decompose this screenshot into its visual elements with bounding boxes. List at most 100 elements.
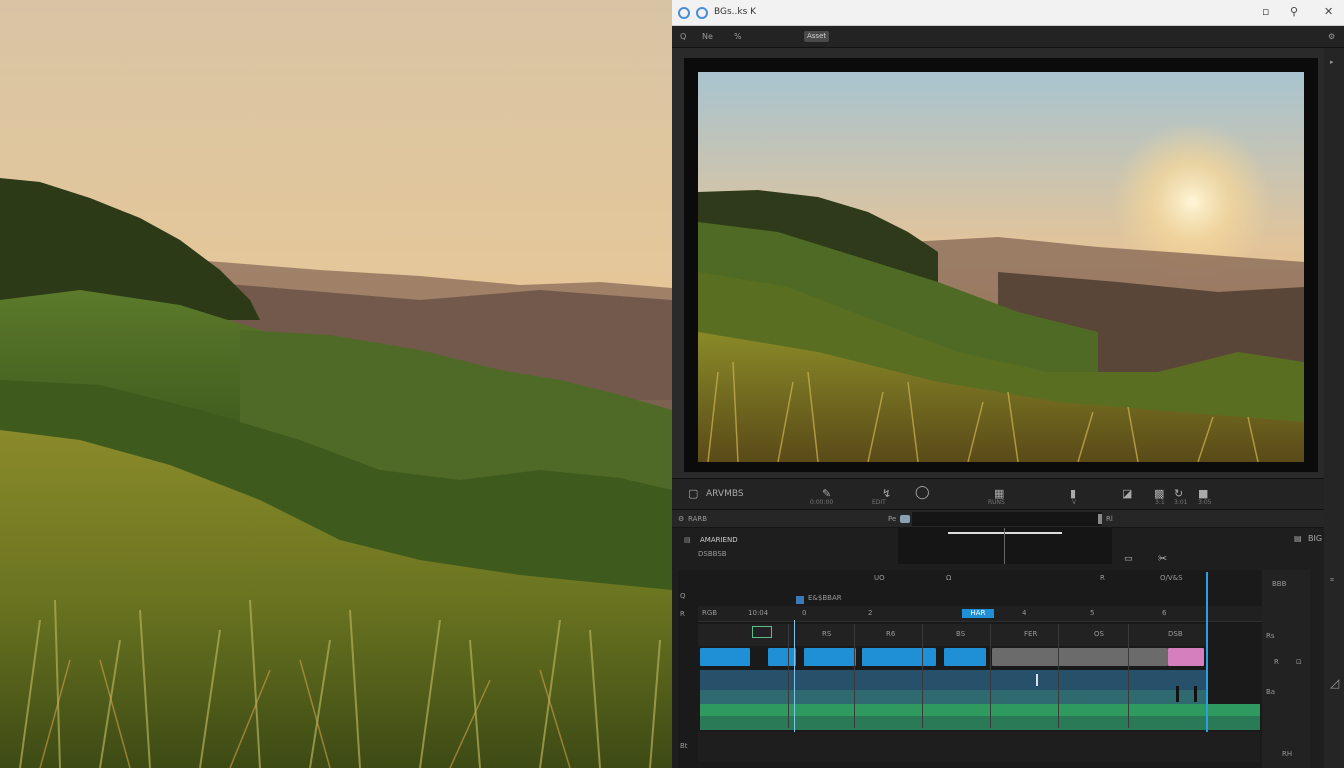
landscape-photo	[0, 0, 672, 768]
grid-line	[990, 624, 991, 728]
col-label-4: FER	[1024, 630, 1038, 638]
time-ruler[interactable]: RGB 10:04 0 2 HAR 4 5 6	[698, 606, 1262, 622]
properties-line2: DSBBSB	[698, 550, 727, 558]
audio-cut-1[interactable]	[1176, 686, 1179, 702]
grid-line	[1058, 624, 1059, 728]
title-bar: BGs..ks K ▫ ⚲ ✕	[672, 0, 1344, 26]
side-label-4: Ba	[1266, 688, 1276, 696]
audio-cut-2[interactable]	[1194, 686, 1197, 702]
eraser-icon[interactable]: ▭	[1124, 554, 1133, 564]
timeline: UO Ω R O/V&S Q E&$BBAR RGB 10:04 0 2 HAR…	[678, 570, 1262, 768]
grid-label: RUNS	[988, 499, 1005, 506]
audio-track-3[interactable]	[700, 704, 1260, 716]
ruler-label-5: 5	[1090, 609, 1095, 617]
close-icon[interactable]: ✕	[1324, 5, 1333, 18]
strip-icon-1[interactable]: ▸	[1330, 58, 1334, 66]
col-label-5: OS	[1094, 630, 1104, 638]
col-label-3: BS	[956, 630, 966, 638]
panel-far-label: BIG	[1308, 534, 1323, 543]
panel-mid-label: Pe	[888, 515, 897, 523]
selection-box[interactable]	[752, 626, 772, 638]
timeline-label-4: O/V&S	[1160, 574, 1183, 582]
timeline-label-3: R	[1100, 574, 1105, 582]
audio-label: V	[1072, 499, 1077, 506]
far-right-toolstrip: ▸ ⌗ ◿	[1324, 48, 1344, 768]
video-clip-1[interactable]	[700, 648, 750, 666]
stop-icon[interactable]: ▢	[688, 487, 698, 500]
col-label-1: RS	[822, 630, 832, 638]
in-out-marker[interactable]: HAR	[962, 609, 994, 618]
side-label-3: R	[1274, 658, 1279, 666]
mic-label: 0:00:00	[810, 499, 834, 506]
track-checkbox[interactable]	[796, 596, 804, 604]
minimize-icon[interactable]: ▫	[1262, 5, 1269, 18]
track-icon-2: R	[680, 610, 685, 618]
ruler-label-2: 0	[802, 609, 807, 617]
crop-icon[interactable]: ◪	[1122, 487, 1132, 500]
video-clip-7[interactable]	[1168, 648, 1204, 666]
audio-track-4[interactable]	[700, 716, 1260, 730]
speech-icon[interactable]: ◯	[915, 485, 930, 500]
preview-image	[698, 72, 1304, 462]
project-icon	[696, 7, 708, 19]
video-clip-6[interactable]	[992, 648, 1168, 666]
scrubber-handle[interactable]	[1098, 514, 1102, 524]
viewer-panel: ▸ ⌁	[672, 48, 1344, 478]
cursor-line[interactable]	[794, 620, 795, 732]
panel-header: ⚙ RARB Pe Rl	[672, 510, 1344, 528]
timeline-side-panel: BBB Rs R ⊡ Ba RH	[1262, 570, 1310, 768]
side-label-2: Rs	[1266, 632, 1275, 640]
side-record-icon[interactable]: ⊡	[1296, 658, 1302, 666]
window-title: BGs..ks K	[714, 7, 757, 17]
ruler-label-0: RGB	[702, 609, 718, 617]
video-clip-3[interactable]	[804, 648, 856, 666]
clip-properties: ▤ AMARIEND DSBBSB	[676, 528, 896, 568]
side-label-1: BBB	[1272, 580, 1287, 588]
scrubber-bar[interactable]	[912, 512, 1102, 526]
scrub-line	[948, 532, 1062, 534]
ruler-label-3: 2	[868, 609, 873, 617]
pin-icon[interactable]: ⚲	[1290, 5, 1298, 18]
side-label-5: RH	[1282, 750, 1293, 758]
track-icon-1: Q	[680, 592, 686, 600]
panel-title: RARB	[688, 515, 708, 523]
toggle-switch[interactable]	[900, 515, 910, 523]
tool-menu[interactable]: Ne	[702, 32, 713, 41]
timecode: ARVMBS	[706, 489, 744, 499]
folder-label: 3:1	[1155, 499, 1165, 506]
ruler-label-4: 4	[1022, 609, 1027, 617]
panel-icon: ⚙	[678, 515, 685, 523]
col-label-6: DSB	[1168, 630, 1183, 638]
audio-track-2[interactable]	[700, 690, 1206, 704]
audio-scrub-panel[interactable]	[898, 528, 1112, 564]
settings-icon[interactable]: ⚙	[1328, 32, 1335, 41]
col-label-2: R6	[886, 630, 896, 638]
scissors-icon[interactable]: ✂	[1158, 552, 1167, 565]
preview-frame[interactable]	[684, 58, 1318, 472]
grid-line	[922, 624, 923, 728]
track-header: E&$BBAR	[808, 594, 842, 602]
grid-line	[788, 624, 789, 728]
search-tool[interactable]: Q	[680, 32, 686, 41]
properties-icon: ▤	[684, 536, 691, 544]
strip-icon-3[interactable]: ◿	[1330, 676, 1339, 690]
ruler-label-6: 6	[1162, 609, 1167, 617]
video-clip-2[interactable]	[768, 648, 796, 666]
panel-right-label: Rl	[1106, 515, 1113, 523]
empty-track-area[interactable]	[698, 732, 1260, 762]
strip-icon-2[interactable]: ⌗	[1330, 576, 1334, 585]
panel-far-icon[interactable]: ▤	[1294, 534, 1302, 543]
column-header-row: RS R6 BS FER OS DSB	[698, 624, 1208, 646]
audio-track-1[interactable]	[700, 670, 1206, 690]
playhead[interactable]	[1206, 572, 1208, 732]
percent-tool[interactable]: %	[734, 32, 742, 41]
video-editor-window: BGs..ks K ▫ ⚲ ✕ Q Ne % Asset ⚙ ▢ ARVMBS …	[672, 0, 1344, 768]
video-clip-5[interactable]	[944, 648, 986, 666]
transport-bar: ▢ ARVMBS ✎ 0:00:00 ↯ EDIT ◯ ▦ RUNS ▮ V ◪…	[672, 478, 1344, 510]
scrub-playhead[interactable]	[1004, 528, 1005, 564]
toolbar: Q Ne % Asset ⚙	[672, 26, 1344, 48]
audio-marker[interactable]	[1036, 674, 1038, 686]
video-clip-4[interactable]	[862, 648, 936, 666]
ruler-label-1: 10:04	[748, 609, 769, 617]
asset-chip[interactable]: Asset	[804, 31, 830, 42]
